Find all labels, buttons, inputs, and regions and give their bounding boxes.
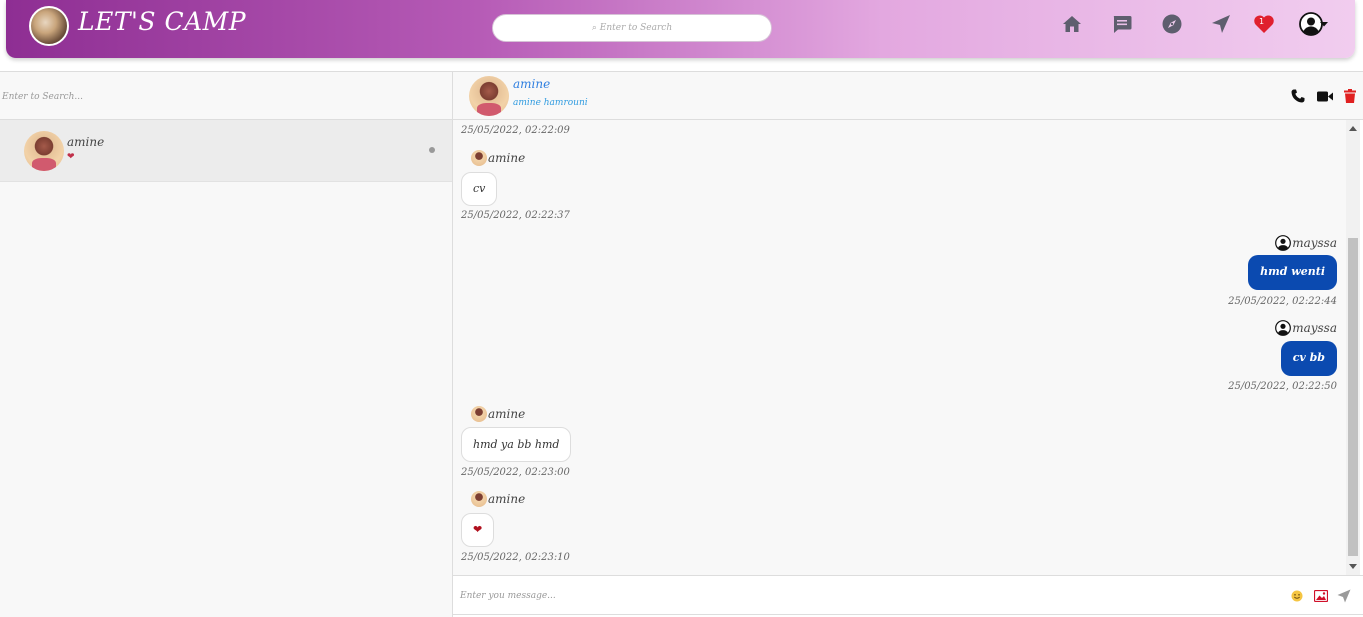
status-dot [429,147,435,153]
user-icon [1275,235,1292,251]
message-input[interactable]: Enter you message... [460,576,556,616]
global-search-input[interactable]: ⌕ Enter to Search [492,14,772,42]
compass-icon[interactable] [1160,12,1184,36]
user-icon [1275,320,1292,336]
message-sender: mayssa [1275,235,1337,251]
home-icon[interactable] [1060,12,1084,36]
send-location-icon[interactable] [1209,12,1233,36]
send-icon[interactable] [1336,588,1352,604]
sender-avatar [471,406,487,422]
message-timestamp: 25/05/2022, 02:22:37 [461,210,570,221]
messages-icon[interactable] [1110,12,1134,36]
image-upload-icon[interactable] [1313,588,1329,604]
message-sender: mayssa [1275,320,1337,336]
delete-chat-icon[interactable] [1342,88,1358,104]
message-composer: Enter you message... [453,575,1363,615]
message-timestamp: 25/05/2022, 02:22:44 [1228,296,1337,307]
top-navbar: LET'S CAMP ⌕ Enter to Search 1 [6,0,1355,58]
message-timestamp: 25/05/2022, 02:22:09 [461,125,570,136]
avatar [24,131,64,171]
contact-fullname: amine hamrouni [513,98,588,108]
caret-down-icon[interactable] [1319,12,1329,36]
app-logo[interactable] [29,6,69,46]
message-timestamp: 25/05/2022, 02:23:00 [461,467,570,478]
conversation-name: amine [67,135,105,149]
message-sender: amine [471,491,525,507]
conversation-list-panel: Enter to Search... amine ❤ [0,71,453,617]
emoji-icon[interactable] [1289,588,1305,604]
sender-avatar [471,491,487,507]
scroll-thumb[interactable] [1348,238,1358,556]
phone-icon[interactable] [1290,88,1306,104]
incoming-message-bubble: cv [461,172,498,206]
message-sender: amine [471,150,525,166]
conversation-search-input[interactable]: Enter to Search... [0,72,452,120]
contact-name[interactable]: amine [513,77,550,91]
incoming-message-bubble: hmd ya bb hmd [461,427,572,462]
scroll-up-arrow[interactable] [1349,126,1357,131]
favorites-heart-icon[interactable]: 1 [1252,12,1276,36]
scroll-down-arrow[interactable] [1349,564,1357,569]
conversation-item[interactable]: amine ❤ [0,120,452,182]
search-icon: ⌕ [591,23,597,33]
outgoing-message-bubble: cv bb [1280,341,1337,376]
contact-avatar [469,76,509,116]
app-title[interactable]: LET'S CAMP [78,7,246,36]
message-timestamp: 25/05/2022, 02:22:50 [1228,381,1337,392]
outgoing-message-bubble: hmd wenti [1248,255,1337,290]
chat-header: amine amine hamrouni [453,71,1363,120]
message-scrollbar[interactable] [1346,120,1360,575]
message-timestamp: 25/05/2022, 02:23:10 [461,552,570,563]
last-message-preview: ❤ [67,152,75,162]
sender-avatar [471,150,487,166]
notification-badge: 1 [1259,17,1265,26]
message-sender: amine [471,406,525,422]
incoming-message-bubble: ❤ [461,513,495,547]
message-thread: 25/05/2022, 02:22:09 amine cv 25/05/2022… [453,120,1346,575]
video-call-icon[interactable] [1317,88,1333,104]
